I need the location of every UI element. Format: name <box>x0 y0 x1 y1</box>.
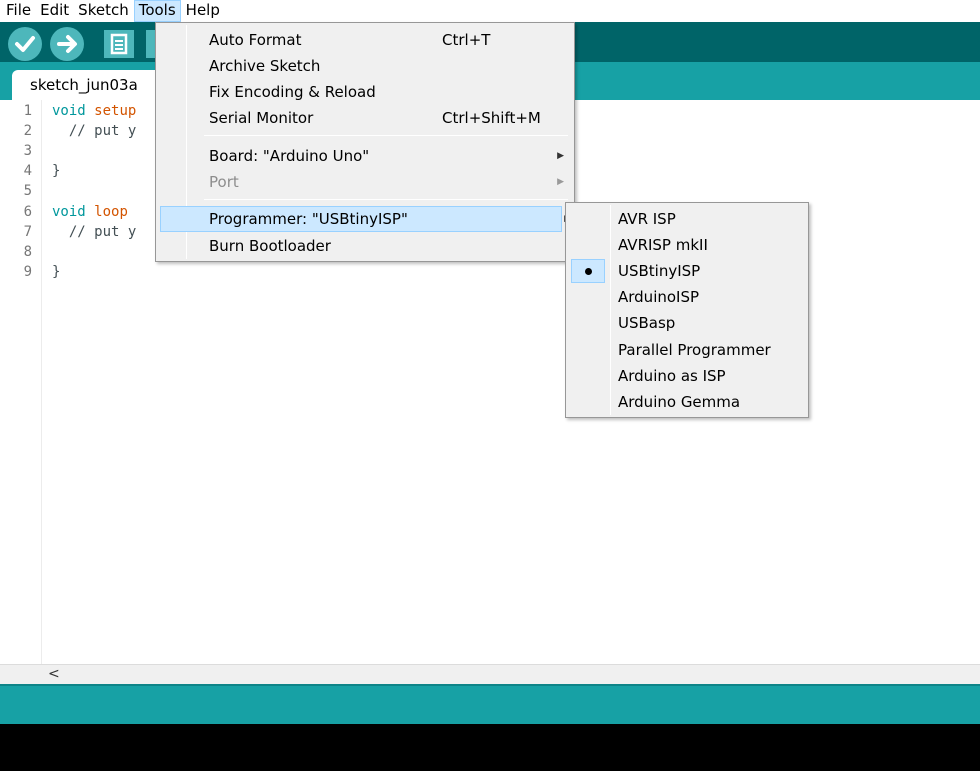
line-number: 7 <box>23 224 32 240</box>
menu-item-label: Arduino as ISP <box>618 367 726 385</box>
menu-item-label: USBasp <box>618 314 676 332</box>
code-function: loop <box>94 204 128 220</box>
arrow-right-icon <box>57 35 77 53</box>
programmer-submenu: AVR ISP AVRISP mkII USBtinyISP ArduinoIS… <box>565 202 809 418</box>
menu-item-label: Serial Monitor <box>209 109 314 127</box>
programmer-item-avr-isp[interactable]: AVR ISP <box>568 206 806 232</box>
horizontal-scrollbar[interactable]: < <box>0 664 980 684</box>
scroll-left-icon[interactable]: < <box>48 665 60 683</box>
code-function: setup <box>94 103 137 119</box>
code-line: } <box>52 163 61 179</box>
line-number: 9 <box>23 264 32 280</box>
menu-sketch[interactable]: Sketch <box>74 0 133 22</box>
programmer-item-arduinoisp[interactable]: ArduinoISP <box>568 284 806 310</box>
verify-button[interactable] <box>8 27 42 61</box>
menu-item-programmer[interactable]: Programmer: "USBtinyISP" ▶ <box>160 206 571 232</box>
menu-item-label: AVRISP mkII <box>618 236 708 254</box>
tab-sketch[interactable]: sketch_jun03a <box>12 70 162 100</box>
programmer-item-arduino-as-isp[interactable]: Arduino as ISP <box>568 363 806 389</box>
menu-item-port: Port ▶ <box>158 169 572 195</box>
menu-file[interactable]: File <box>0 0 35 22</box>
line-number: 1 <box>23 103 32 119</box>
menu-item-board[interactable]: Board: "Arduino Uno" ▶ <box>158 143 572 169</box>
menu-separator <box>204 135 568 136</box>
menu-item-label: AVR ISP <box>618 210 676 228</box>
new-file-icon <box>110 33 128 55</box>
menu-item-label: Archive Sketch <box>209 57 321 75</box>
menu-item-shortcut: Ctrl+Shift+M <box>442 109 541 127</box>
menu-bar: File Edit Sketch Tools Help <box>0 0 980 22</box>
menu-item-auto-format[interactable]: Auto Format Ctrl+T <box>158 27 572 53</box>
menu-item-label: Parallel Programmer <box>618 341 771 359</box>
line-number: 6 <box>23 204 32 220</box>
menu-item-label: Burn Bootloader <box>209 237 331 255</box>
programmer-item-usbtinyisp[interactable]: USBtinyISP <box>568 258 806 284</box>
tools-dropdown-menu: Auto Format Ctrl+T Archive Sketch Fix En… <box>155 22 575 262</box>
line-number: 5 <box>23 183 32 199</box>
console-area <box>0 724 980 771</box>
status-bar <box>0 684 980 724</box>
menu-item-fix-encoding[interactable]: Fix Encoding & Reload <box>158 79 572 105</box>
line-number: 4 <box>23 163 32 179</box>
line-number: 3 <box>23 143 32 159</box>
new-button[interactable] <box>104 30 134 58</box>
radio-dot-icon <box>585 268 592 275</box>
menu-item-label: Arduino Gemma <box>618 393 741 411</box>
menu-item-label: ArduinoISP <box>618 288 700 306</box>
code-line: void setup <box>52 103 136 119</box>
menu-tools[interactable]: Tools <box>133 0 181 22</box>
programmer-item-arduino-gemma[interactable]: Arduino Gemma <box>568 389 806 415</box>
menu-item-label: USBtinyISP <box>618 262 701 280</box>
line-number: 8 <box>23 244 32 260</box>
programmer-item-parallel[interactable]: Parallel Programmer <box>568 337 806 363</box>
menu-item-label: Fix Encoding & Reload <box>209 83 376 101</box>
menu-item-label: Auto Format <box>209 31 302 49</box>
code-line: void loop <box>52 204 128 220</box>
code-keyword: void <box>52 204 86 220</box>
line-number: 2 <box>23 123 32 139</box>
radio-selected-indicator <box>571 259 605 283</box>
triangle-right-icon: ▶ <box>557 177 564 187</box>
code-line: // put y <box>52 224 137 240</box>
upload-button[interactable] <box>50 27 84 61</box>
menu-item-label: Programmer: "USBtinyISP" <box>209 210 408 228</box>
menu-item-burn-bootloader[interactable]: Burn Bootloader <box>158 233 572 259</box>
menu-item-serial-monitor[interactable]: Serial Monitor Ctrl+Shift+M <box>158 105 572 131</box>
code-line: // put y <box>52 123 137 139</box>
menu-help[interactable]: Help <box>182 0 224 22</box>
programmer-item-avrisp-mkii[interactable]: AVRISP mkII <box>568 232 806 258</box>
menu-item-label: Board: "Arduino Uno" <box>209 147 370 165</box>
code-keyword: void <box>52 103 86 119</box>
check-icon <box>15 36 35 52</box>
menu-separator <box>204 199 568 200</box>
menu-item-label: Port <box>209 173 239 191</box>
code-line: } <box>52 264 61 280</box>
programmer-item-usbasp[interactable]: USBasp <box>568 310 806 336</box>
menu-item-shortcut: Ctrl+T <box>442 31 491 49</box>
menu-edit[interactable]: Edit <box>36 0 73 22</box>
menu-item-archive-sketch[interactable]: Archive Sketch <box>158 53 572 79</box>
line-number-gutter: 1 2 3 4 5 6 7 8 9 <box>0 100 42 664</box>
triangle-right-icon: ▶ <box>557 151 564 161</box>
